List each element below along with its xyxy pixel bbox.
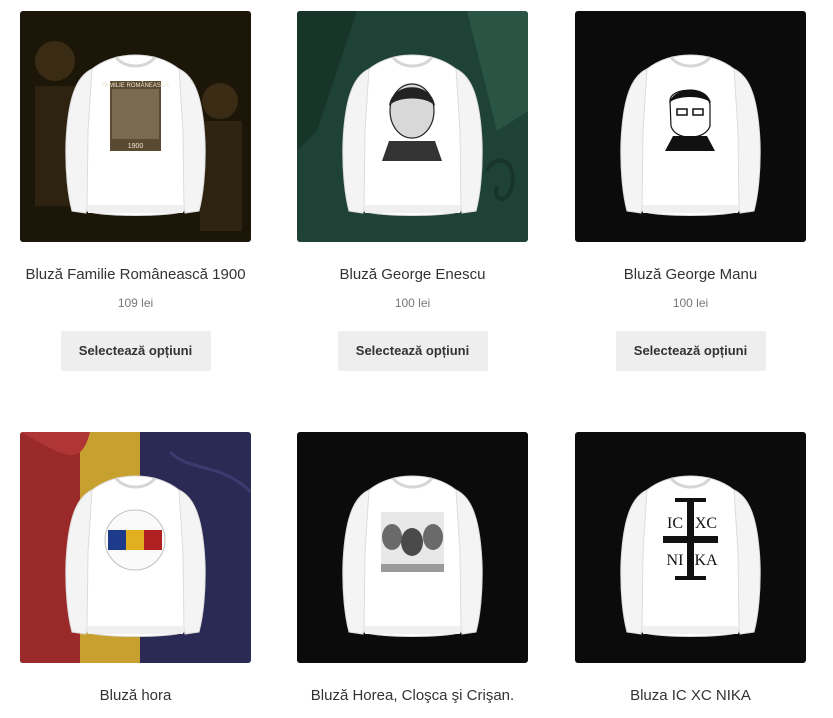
select-options-button[interactable]: Selectează opțiuni [615, 331, 766, 371]
product-image[interactable] [297, 432, 528, 663]
print-year: 1900 [128, 143, 144, 150]
print-ka: KA [694, 552, 718, 569]
product-price: 100 lei [672, 296, 709, 310]
product-image[interactable] [575, 11, 806, 242]
product-card: Bluză hora [20, 432, 251, 705]
sweater-image [575, 11, 806, 242]
product-title[interactable]: Bluză George Enescu [297, 266, 528, 284]
product-card: Bluză George Enescu 100 lei Selectează o… [297, 11, 528, 371]
product-title[interactable]: Bluză Horea, Cloşca şi Crişan. [297, 687, 528, 705]
product-title[interactable]: Bluză George Manu [575, 266, 806, 284]
print-xc: XC [695, 515, 717, 532]
product-image[interactable]: FAMILIE ROMÂNEASCĂ 1900 [20, 11, 251, 242]
product-title[interactable]: Bluza IC XC NIKA [575, 687, 806, 705]
product-title[interactable]: Bluză hora [20, 687, 251, 705]
product-title[interactable]: Bluză Familie Românească 1900 [20, 266, 251, 284]
select-options-button[interactable]: Selectează opțiuni [337, 331, 488, 371]
product-card: IC XC NI KA Bluza IC XC NIKA [575, 432, 806, 705]
sweater-image: FAMILIE ROMÂNEASCĂ 1900 [20, 11, 251, 242]
print-ic: IC [667, 515, 683, 532]
product-card: Bluză Horea, Cloşca şi Crişan. [297, 432, 528, 705]
product-price: 109 lei [117, 296, 154, 310]
sweater-image [297, 432, 528, 663]
product-image[interactable]: IC XC NI KA [575, 432, 806, 663]
product-image[interactable] [297, 11, 528, 242]
sweater-image: IC XC NI KA [575, 432, 806, 663]
product-image[interactable] [20, 432, 251, 663]
select-options-button[interactable]: Selectează opțiuni [60, 331, 211, 371]
product-card: Bluză George Manu 100 lei Selectează opț… [575, 11, 806, 371]
sweater-image [297, 11, 528, 242]
print-ni: NI [667, 552, 684, 569]
sweater-image [20, 432, 251, 663]
product-price: 100 lei [394, 296, 431, 310]
print-title: FAMILIE ROMÂNEASCĂ [102, 82, 169, 89]
product-grid: FAMILIE ROMÂNEASCĂ 1900 Bluză Familie Ro… [0, 0, 833, 718]
product-card: FAMILIE ROMÂNEASCĂ 1900 Bluză Familie Ro… [20, 11, 251, 371]
